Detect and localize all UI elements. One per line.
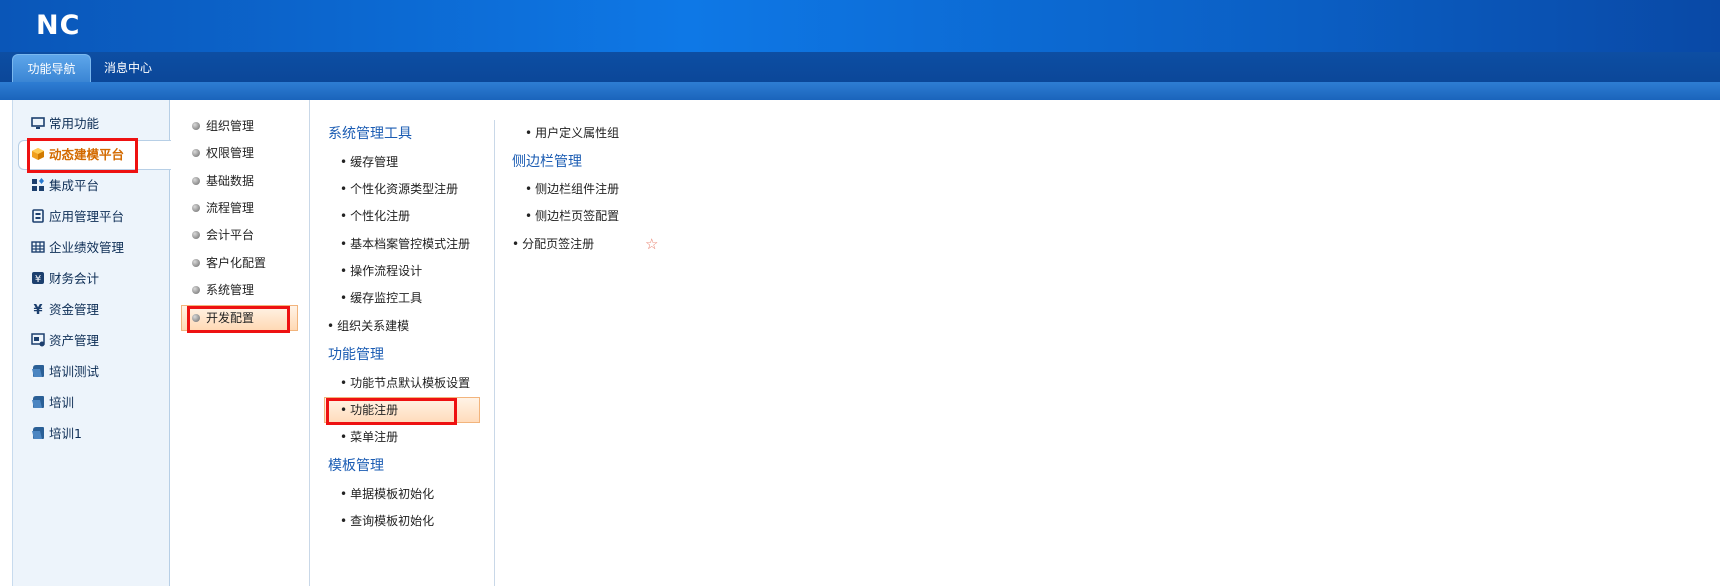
folder-icon [32,365,44,377]
table-icon [31,241,45,253]
sub-nav-item-permission-management[interactable]: 权限管理 [192,143,254,163]
sub-nav-item-accounting-platform[interactable]: 会计平台 [192,225,254,245]
nav-item-training-1[interactable]: 培训1 [31,423,82,445]
nav-item-app-management-platform[interactable]: 应用管理平台 [31,206,124,228]
link-menu-registration[interactable]: 菜单注册 [340,427,398,447]
link-sidebar-tab-config[interactable]: 侧边栏页签配置 [525,206,619,226]
nav-item-enterprise-performance[interactable]: 企业绩效管理 [31,237,124,259]
bullet-icon [192,286,200,294]
link-bill-template-init[interactable]: 单据模板初始化 [340,484,434,504]
nav-item-fund-management[interactable]: ¥ 资金管理 [31,299,99,321]
grid-icon [32,178,44,191]
link-cache-management[interactable]: 缓存管理 [340,152,398,172]
nc-logo: NC [36,10,81,41]
tab-message-center[interactable]: 消息中心 [96,54,160,82]
bullet-icon [192,259,200,267]
link-cache-monitor-tool[interactable]: 缓存监控工具 [340,288,422,308]
annotation-highlight-box [326,398,457,425]
yen-box-icon: ¥ [32,272,44,285]
bullet-icon [192,231,200,239]
sub-nav-item-process-management[interactable]: 流程管理 [192,198,254,218]
svg-text:¥: ¥ [35,274,41,285]
tab-function-navigation[interactable]: 功能导航 [12,54,91,82]
link-archive-control-mode-registration[interactable]: 基本档案管控模式注册 [340,234,470,254]
link-operation-flow-design[interactable]: 操作流程设计 [340,261,422,281]
sub-nav-item-customization-config[interactable]: 客户化配置 [192,253,266,273]
link-assign-tab-registration[interactable]: 分配页签注册 [512,234,594,254]
nav-item-common-functions[interactable]: 常用功能 [31,113,99,135]
section-title-function-management: 功能管理 [328,347,384,363]
nav-item-asset-management[interactable]: 资产管理 [31,330,99,352]
tab-bar: 功能导航 消息中心 [0,52,1720,82]
section-title-sidebar-management: 侧边栏管理 [512,154,582,170]
app-header: NC [0,0,1720,52]
monitor-icon [31,117,45,129]
link-user-defined-attribute-group[interactable]: 用户定义属性组 [525,123,619,143]
nav-item-training-test[interactable]: 培训测试 [31,361,99,383]
nav-item-training[interactable]: 培训 [31,392,74,414]
bullet-icon [192,149,200,157]
sub-nav-item-base-data[interactable]: 基础数据 [192,171,254,191]
bullet-icon [192,122,200,130]
link-sidebar-component-registration[interactable]: 侧边栏组件注册 [525,179,619,199]
link-org-relationship-modeling[interactable]: 组织关系建模 [327,316,409,336]
bullet-icon [192,204,200,212]
sub-nav-item-system-management[interactable]: 系统管理 [192,280,254,300]
app-icon [32,209,44,223]
annotation-highlight-box [27,138,138,173]
folder-icon [32,427,44,439]
sub-nav-item-org-management[interactable]: 组织管理 [192,116,254,136]
tab-content-strip [0,82,1720,100]
bullet-icon [192,177,200,185]
nav-item-financial-accounting[interactable]: ¥ 财务会计 [31,268,99,290]
section-title-template-management: 模板管理 [328,458,384,474]
column-divider [494,120,495,586]
favorite-star-icon[interactable]: ☆ [645,235,658,253]
section-title-system-tools: 系统管理工具 [328,126,412,142]
svg-text:¥: ¥ [33,303,42,316]
link-personalized-resource-type-registration[interactable]: 个性化资源类型注册 [340,179,458,199]
link-function-node-default-template[interactable]: 功能节点默认模板设置 [340,373,470,393]
asset-icon [31,333,45,347]
link-personalization-registration[interactable]: 个性化注册 [340,206,410,226]
annotation-highlight-box [187,306,290,333]
sub-nav: 组织管理 权限管理 基础数据 流程管理 会计平台 客户化配置 系统管理 开发配置 [171,100,310,586]
link-query-template-init[interactable]: 查询模板初始化 [340,511,434,531]
folder-icon [32,396,44,408]
yen-icon: ¥ [33,303,42,316]
nav-item-integration-platform[interactable]: 集成平台 [31,175,99,197]
